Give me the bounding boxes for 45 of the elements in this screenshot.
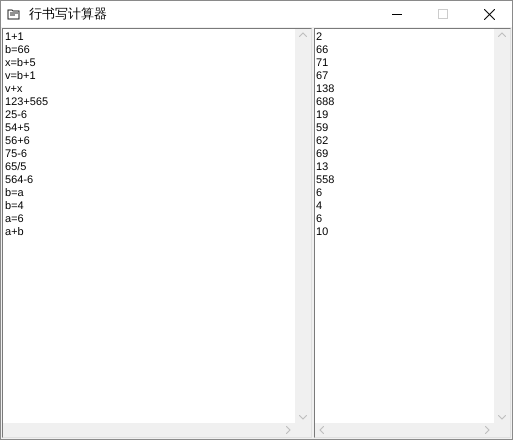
scroll-right-icon[interactable] [286,426,291,434]
result-line: 558 [316,174,334,186]
expression-line: a=6 [5,213,24,225]
result-line: 138 [316,83,334,95]
result-line: 6 [316,187,322,199]
expression-line: 1+1 [5,31,24,43]
expression-line: x=b+5 [5,57,36,69]
expression-line: 54+5 [5,122,30,134]
app-icon [7,8,21,20]
scroll-down-icon[interactable] [299,415,307,420]
scroll-down-icon[interactable] [498,415,506,420]
expression-line: 123+565 [5,96,48,108]
result-line: 13 [316,161,328,173]
expression-line: b=4 [5,200,24,212]
result-line: 6 [316,213,322,225]
window-title: 行书写计算器 [29,5,107,24]
scroll-up-icon[interactable] [498,32,506,37]
result-line: 10 [316,226,328,238]
close-icon [484,8,494,20]
result-line: 4 [316,200,322,212]
expression-line: v+x [5,83,22,95]
expression-line: 56+6 [5,135,30,147]
result-line: 19 [316,109,328,121]
result-output-area[interactable]: 2 66 71 67 138 688 19 59 62 69 13 558 6 4 6 10 [315,29,494,423]
result-line: 69 [316,148,328,160]
expression-line: b=66 [5,44,30,56]
expression-input-area[interactable]: 1+1 b=66 x=b+5 v=b+1 v+x 123+565 25-6 54+5 56+6 75-6 65/5 564-6 b=a b=4 a=6 a+b [3,29,295,423]
result-line: 67 [316,70,328,82]
result-line: 66 [316,44,328,56]
scroll-right-icon[interactable] [485,426,490,434]
expression-line: 65/5 [5,161,26,173]
result-line: 71 [316,57,328,69]
expression-line: v=b+1 [5,70,36,82]
result-line: 59 [316,122,328,134]
result-line: 62 [316,135,328,147]
expression-line: 564-6 [5,174,34,186]
result-line: 2 [316,31,322,43]
expression-line: a+b [5,226,24,238]
expression-line: 75-6 [5,148,28,160]
result-line: 688 [316,96,334,108]
maximize-icon [438,9,448,19]
scroll-up-icon[interactable] [299,32,307,37]
expression-line: 25-6 [5,109,28,121]
scroll-left-icon[interactable] [319,426,324,434]
expression-line: b=a [5,187,24,199]
